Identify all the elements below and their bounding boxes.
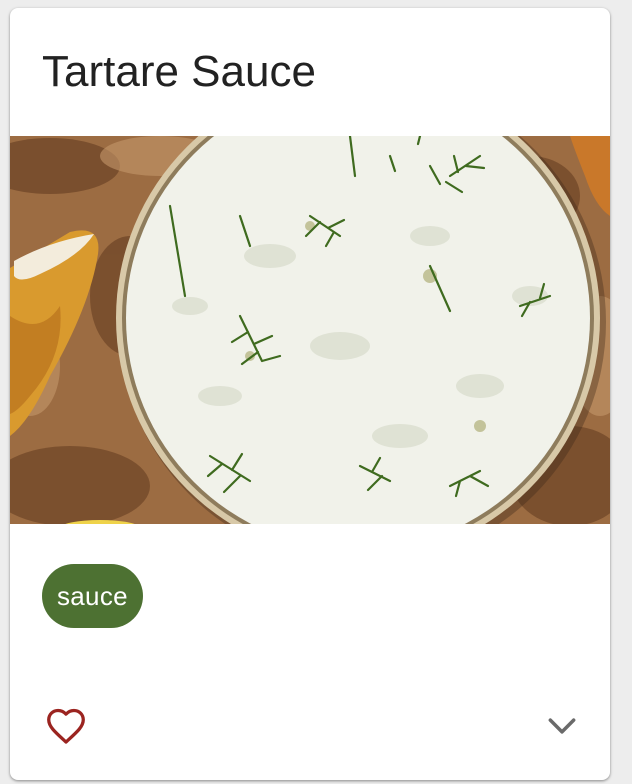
- expand-button[interactable]: [534, 698, 590, 754]
- recipe-title: Tartare Sauce: [42, 47, 316, 96]
- favorite-button[interactable]: [38, 698, 94, 754]
- tag-chip-sauce[interactable]: sauce: [42, 564, 143, 628]
- chevron-down-icon: [548, 718, 576, 734]
- recipe-image: [10, 136, 610, 524]
- recipe-card: Tartare Sauce sauce: [10, 8, 610, 780]
- heart-outline-icon: [47, 708, 85, 744]
- sauce: [126, 136, 590, 524]
